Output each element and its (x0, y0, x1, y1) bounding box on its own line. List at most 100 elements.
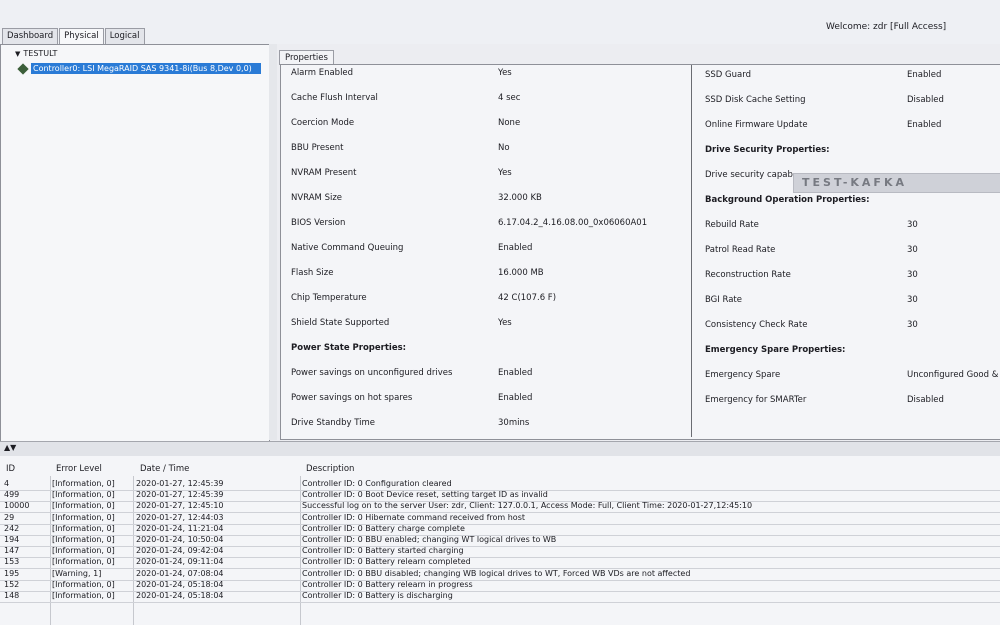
property-value: Enabled (907, 70, 942, 80)
log-row[interactable]: 499 [Information, 0] 2020-01-27, 12:45:39 C… (0, 490, 1000, 503)
property-value: 32.000 KB (498, 193, 542, 203)
property-label: NVRAM Present (291, 168, 357, 178)
property-value: None (498, 118, 521, 128)
log-id: 194 (4, 535, 20, 544)
log-datetime: 2020-01-24, 09:42:04 (136, 546, 224, 556)
welcome-text: Welcome: zdr [Full Access] (826, 22, 947, 32)
tree-node-controller[interactable]: Controller0: LSI MegaRAID SAS 9341-8i(Bu… (17, 62, 261, 75)
log-header-description[interactable]: Description (306, 464, 354, 474)
log-description: Controller ID: 0 Configuration cleared (302, 479, 452, 488)
log-level: [Information, 0] (52, 490, 115, 500)
log-id: 29 (4, 512, 15, 522)
log-level: [Information, 0] (52, 501, 115, 511)
property-label: Drive security capab (705, 170, 793, 180)
log-description: Controller ID: 0 Battery started chargin… (302, 546, 464, 556)
panel-splitter[interactable] (269, 44, 277, 440)
log-description: Controller ID: 0 Battery relearn in prog… (302, 579, 473, 589)
watermark: TEST-KAFKA (793, 173, 1000, 193)
property-value: No (498, 143, 510, 153)
collapse-arrows-icon[interactable]: ▲▼ (4, 443, 16, 452)
property-value: Unconfigured Good & (907, 370, 999, 380)
property-label: Emergency Spare Properties: (705, 345, 846, 355)
log-id: 499 (4, 490, 20, 500)
tab-logical[interactable]: Logical (104, 28, 145, 44)
log-id: 195 (4, 568, 20, 578)
log-description: Controller ID: 0 Battery relearn complet… (302, 557, 471, 567)
log-splitter[interactable]: ▲▼ (0, 441, 1000, 456)
property-label: Consistency Check Rate (705, 320, 808, 330)
device-tree-panel: ▼ TESTULT Controller0: LSI MegaRAID SAS … (0, 44, 270, 485)
log-row[interactable]: 152 [Information, 0] 2020-01-24, 05:18:04 C… (0, 580, 1000, 592)
log-row[interactable]: 153 [Information, 0] 2020-01-24, 09:11:04 C… (0, 557, 1000, 570)
tree-expand-icon[interactable]: ▼ (15, 50, 20, 58)
log-datetime: 2020-01-27, 12:45:39 (136, 479, 224, 488)
log-description: Controller ID: 0 Battery is discharging (302, 591, 453, 600)
log-row[interactable]: 10000 [Information, 0] 2020-01-27, 12:45:1… (0, 501, 1000, 514)
property-value: 6.17.04.2_4.16.08.00_0x06060A01 (498, 218, 648, 228)
log-header-id[interactable]: ID (6, 464, 15, 474)
property-label: Chip Temperature (291, 293, 367, 303)
property-label: Patrol Read Rate (705, 245, 776, 255)
log-row[interactable]: 4 [Information, 0] 2020-01-27, 12:45:39 Con… (0, 479, 1000, 491)
log-description: Successful log on to the server User: zd… (302, 501, 753, 511)
tab-physical[interactable]: Physical (59, 28, 104, 44)
log-datetime: 2020-01-24, 11:21:04 (136, 523, 224, 533)
property-label: Shield State Supported (291, 318, 390, 328)
main-tabs: Dashboard Physical Logical (2, 28, 146, 44)
property-label: BGI Rate (705, 295, 742, 305)
property-value: 30mins (498, 418, 530, 428)
property-label: Drive Security Properties: (705, 145, 830, 155)
log-id: 148 (4, 591, 20, 600)
log-id: 147 (4, 546, 20, 556)
log-level: [Information, 0] (52, 479, 115, 488)
property-value: 30 (907, 220, 918, 230)
property-value: Enabled (498, 243, 533, 253)
property-label: Alarm Enabled (291, 68, 354, 78)
property-value: Disabled (907, 395, 944, 405)
log-row[interactable]: 148 [Information, 0] 2020-01-24, 05:18:04 C… (0, 591, 1000, 603)
log-row[interactable]: 242 [Information, 0] 2020-01-24, 11:21:04 C… (0, 524, 1000, 536)
log-description: Controller ID: 0 Hibernate command recei… (302, 512, 526, 522)
log-description: Controller ID: 0 BBU enabled; changing W… (302, 535, 557, 544)
log-datetime: 2020-01-27, 12:44:03 (136, 512, 224, 522)
log-row[interactable]: 29 [Information, 0] 2020-01-27, 12:44:03 Co… (0, 513, 1000, 525)
property-label: SSD Disk Cache Setting (705, 95, 806, 105)
property-value: 30 (907, 295, 918, 305)
property-label: Reconstruction Rate (705, 270, 791, 280)
property-value: 42 C(107.6 F) (498, 293, 557, 303)
event-log: ID Error Level Date / Time Description 4… (0, 456, 1000, 625)
property-value: Enabled (498, 368, 533, 378)
property-label: SSD Guard (705, 70, 751, 80)
property-value: Enabled (498, 393, 533, 403)
property-label: Power State Properties: (291, 343, 407, 353)
property-value: 30 (907, 320, 918, 330)
log-id: 4 (4, 479, 10, 488)
tree-root[interactable]: ▼ TESTULT (15, 49, 57, 58)
tab-dashboard[interactable]: Dashboard (2, 28, 59, 44)
log-row[interactable]: 147 [Information, 0] 2020-01-24, 09:42:04 C… (0, 546, 1000, 559)
property-value: 4 sec (498, 93, 521, 103)
property-label: BIOS Version (291, 218, 346, 228)
log-description: Controller ID: 0 BBU disabled; changing … (302, 568, 691, 578)
watermark-text: TEST-KAFKA (802, 176, 907, 189)
property-label: Power savings on unconfigured drives (291, 368, 453, 378)
log-datetime: 2020-01-27, 12:45:10 (136, 501, 224, 511)
property-label: Rebuild Rate (705, 220, 759, 230)
property-value: Yes (498, 318, 512, 328)
log-datetime: 2020-01-24, 10:50:04 (136, 535, 224, 544)
property-label: Emergency Spare (705, 370, 781, 380)
tab-properties[interactable]: Properties (279, 50, 334, 65)
property-label: Cache Flush Interval (291, 93, 378, 103)
tree-node-label: Controller0: LSI MegaRAID SAS 9341-8i(Bu… (31, 63, 261, 74)
log-header-level[interactable]: Error Level (56, 464, 102, 474)
log-datetime: 2020-01-24, 09:11:04 (136, 557, 224, 567)
log-row[interactable]: 194 [Information, 0] 2020-01-24, 10:50:04 C… (0, 535, 1000, 547)
top-bar: Welcome: zdr [Full Access] Dashboard Phy… (0, 0, 1000, 44)
property-value: Yes (498, 168, 512, 178)
log-header-datetime[interactable]: Date / Time (140, 464, 189, 474)
log-row[interactable]: 195 [Warning, 1] 2020-01-24, 07:08:04 Contr… (0, 569, 1000, 581)
property-label: NVRAM Size (291, 193, 343, 203)
log-datetime: 2020-01-24, 05:18:04 (136, 579, 224, 589)
property-label: Power savings on hot spares (291, 393, 413, 403)
log-level: [Warning, 1] (52, 568, 102, 578)
